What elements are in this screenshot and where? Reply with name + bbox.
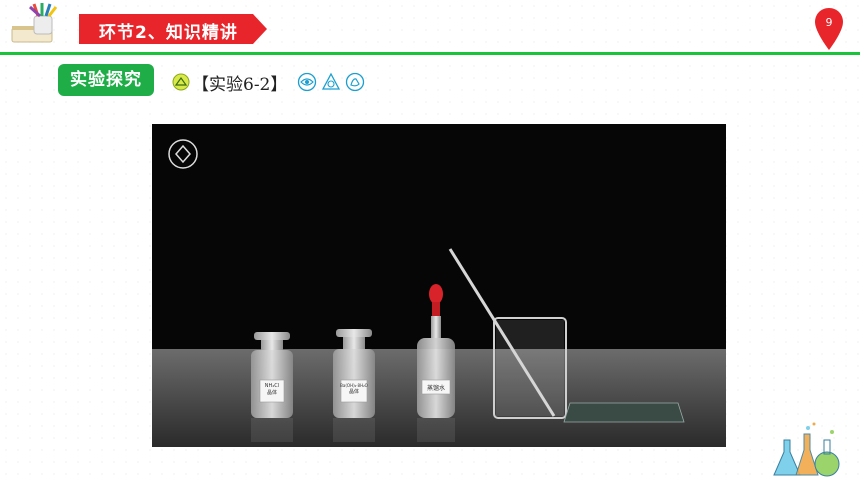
hazard-icon	[322, 72, 341, 90]
section-banner: 环节2、知识精讲	[79, 14, 267, 44]
hand-wash-icon	[346, 72, 365, 92]
experiment-badge-icon	[172, 73, 190, 91]
glass-plate	[563, 402, 685, 423]
experiment-title-row: 【实验6-2】	[172, 70, 365, 95]
experiment-tag: 实验探究	[58, 64, 154, 96]
page-number: 9	[825, 16, 833, 29]
bottle3-label: 蒸馏水	[426, 385, 445, 392]
video-scene	[152, 124, 726, 447]
bottle2-label-line2: 晶体	[348, 389, 359, 395]
eye-safety-icon	[298, 72, 317, 92]
experiment-video[interactable]: NH₄Cl 晶体 Ba(OH)₂·8H₂O 晶体 蒸馏水	[152, 124, 726, 447]
experiment-title: 【实验6-2】	[192, 74, 288, 95]
lab-glassware-icon	[773, 422, 840, 477]
header-divider	[0, 52, 860, 55]
page-number-marker: 9	[815, 8, 843, 50]
pencil-cup-icon	[11, 3, 58, 43]
bottle1-label-line2: 晶体	[266, 390, 277, 396]
section-label: 环节2、知识精讲	[99, 23, 238, 43]
